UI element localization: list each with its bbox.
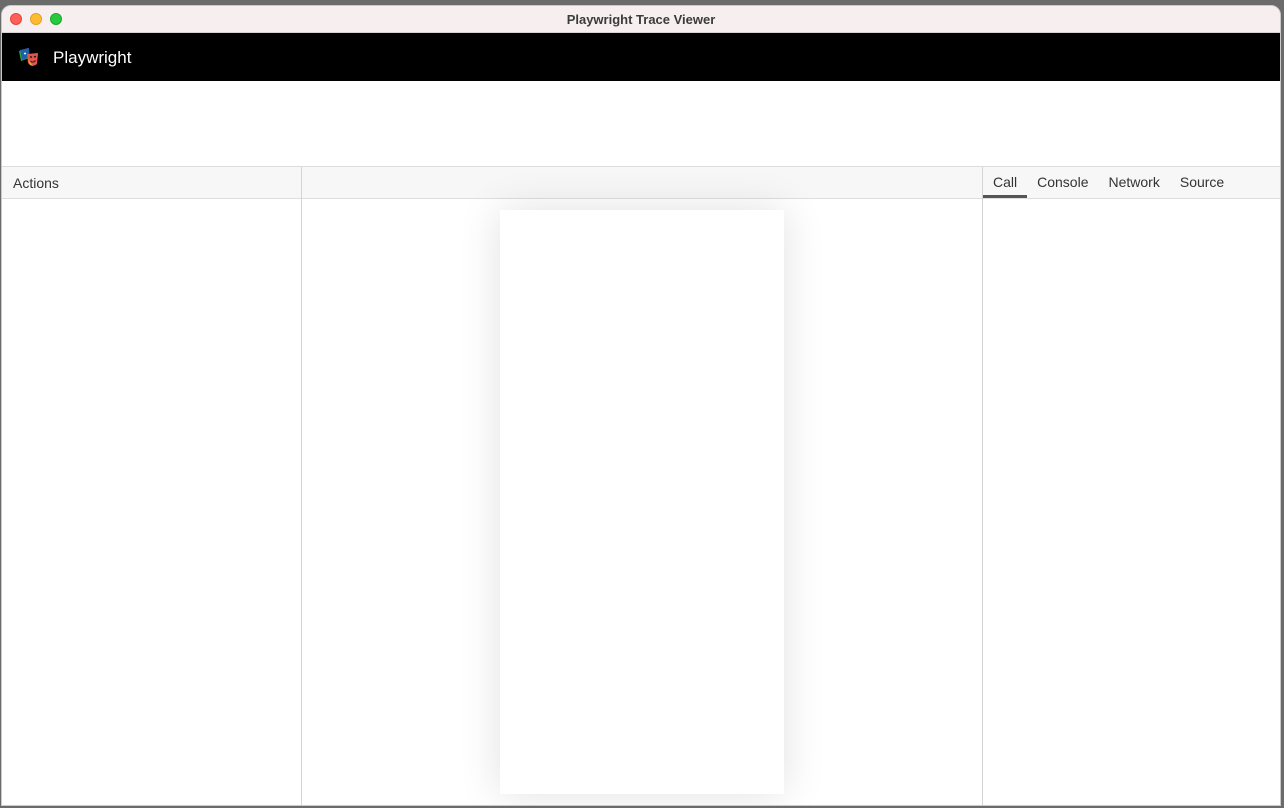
app-window: Playwright Trace Viewer Playwright Actio…	[1, 5, 1281, 806]
snapshot-toolbar	[302, 167, 982, 199]
details-content	[983, 199, 1280, 805]
details-tabs: Call Console Network Source	[983, 167, 1280, 199]
tab-source[interactable]: Source	[1170, 167, 1234, 198]
app-header: Playwright	[2, 33, 1280, 81]
tab-network[interactable]: Network	[1099, 167, 1170, 198]
actions-list[interactable]	[2, 199, 301, 805]
window-title: Playwright Trace Viewer	[566, 12, 716, 27]
playwright-logo-icon	[19, 48, 38, 66]
snapshot-pane	[302, 167, 983, 805]
brand-title: Playwright	[53, 48, 132, 67]
details-pane: Call Console Network Source	[983, 167, 1280, 805]
window-titlebar[interactable]: Playwright Trace Viewer	[2, 6, 1280, 33]
actions-pane: Actions	[2, 167, 302, 805]
actions-header: Actions	[2, 167, 301, 199]
snapshot-viewport[interactable]	[500, 210, 784, 794]
tab-console[interactable]: Console	[1027, 167, 1098, 198]
timeline-area[interactable]	[2, 81, 1280, 167]
tab-call[interactable]: Call	[983, 167, 1028, 198]
